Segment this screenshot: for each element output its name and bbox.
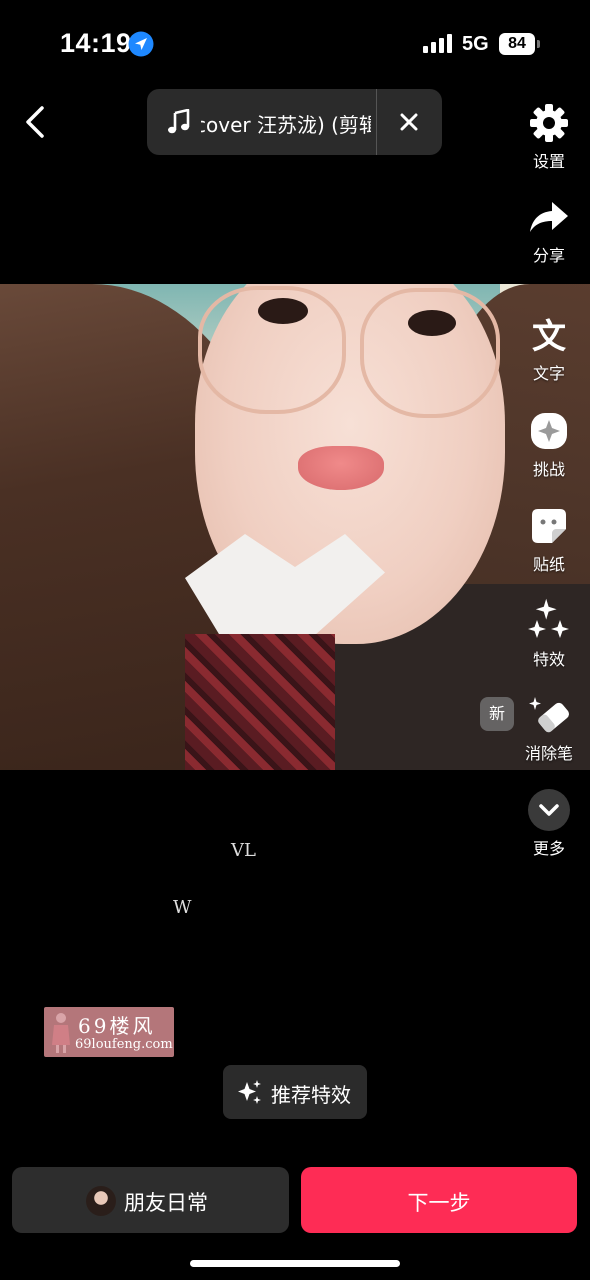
challenge-button[interactable]: 挑战 <box>509 410 589 480</box>
more-label: 更多 <box>532 839 565 858</box>
more-circle <box>528 789 570 831</box>
watermark-figure-icon <box>52 1013 70 1053</box>
avatar <box>86 1186 116 1216</box>
music-note-icon <box>168 109 190 134</box>
overlay-text-2: W <box>173 897 192 918</box>
share-arrow-icon <box>530 202 568 232</box>
next-step-button[interactable]: 下一步 <box>301 1167 577 1233</box>
status-time: 14:19 <box>60 28 132 58</box>
music-divider <box>376 89 377 155</box>
recommend-effects-label: 推荐特效 <box>271 1083 351 1107</box>
effects-label: 特效 <box>532 650 565 669</box>
cellular-signal-icon <box>423 34 452 53</box>
recommend-effects-button[interactable]: 推荐特效 <box>223 1065 367 1119</box>
chevron-down-icon <box>539 804 559 816</box>
status-bar: 14:19 5G 84 <box>0 0 590 90</box>
friends-daily-label: 朋友日常 <box>124 1191 208 1215</box>
photo-glasses-left <box>198 286 346 414</box>
text-tool-label: 文字 <box>532 364 565 383</box>
home-indicator[interactable] <box>190 1260 400 1267</box>
sticker-icon <box>532 509 566 543</box>
share-button[interactable]: 分享 <box>509 198 589 266</box>
eraser-button[interactable]: 消除笔 <box>509 694 589 764</box>
music-selector[interactable]: cover 汪苏泷) (剪辑 <box>147 89 442 155</box>
watermark-main: 69楼风 <box>78 1014 156 1038</box>
music-title: cover 汪苏泷) (剪辑 <box>201 113 371 137</box>
close-icon[interactable] <box>394 107 424 137</box>
sticker-button[interactable]: 贴纸 <box>509 505 589 575</box>
overlay-text-1: VL <box>231 840 256 861</box>
music-title-viewport: cover 汪苏泷) (剪辑 <box>201 89 371 155</box>
network-type: 5G <box>462 33 489 55</box>
battery-nub <box>537 40 540 48</box>
settings-label: 设置 <box>532 152 565 171</box>
challenge-icon <box>531 413 567 449</box>
photo-lips <box>298 446 384 490</box>
sticker-label: 贴纸 <box>532 555 565 574</box>
gear-icon <box>530 104 568 142</box>
next-step-label: 下一步 <box>407 1191 471 1215</box>
challenge-label: 挑战 <box>532 460 565 479</box>
share-label: 分享 <box>532 246 565 265</box>
sparkles-icon <box>238 1080 261 1104</box>
text-tool-button[interactable]: 文 文字 <box>509 314 589 384</box>
location-arrow-icon <box>128 31 154 57</box>
friends-daily-button[interactable]: 朋友日常 <box>12 1167 289 1233</box>
photo-tie <box>185 634 335 770</box>
sparkles-icon <box>528 598 569 638</box>
eraser-icon <box>529 697 569 733</box>
back-arrow-icon[interactable] <box>18 102 54 142</box>
more-button[interactable]: 更多 <box>509 789 589 859</box>
eraser-label: 消除笔 <box>524 744 573 763</box>
watermark: 69楼风 69loufeng.com <box>44 1007 174 1057</box>
effects-button[interactable]: 特效 <box>509 598 589 670</box>
text-icon: 文 <box>532 317 566 356</box>
settings-button[interactable]: 设置 <box>509 102 589 172</box>
svg-text:文: 文 <box>532 317 566 356</box>
watermark-url: 69loufeng.com <box>75 1037 173 1052</box>
photo-glasses-right <box>360 288 500 418</box>
battery-level: 84 <box>499 33 535 55</box>
